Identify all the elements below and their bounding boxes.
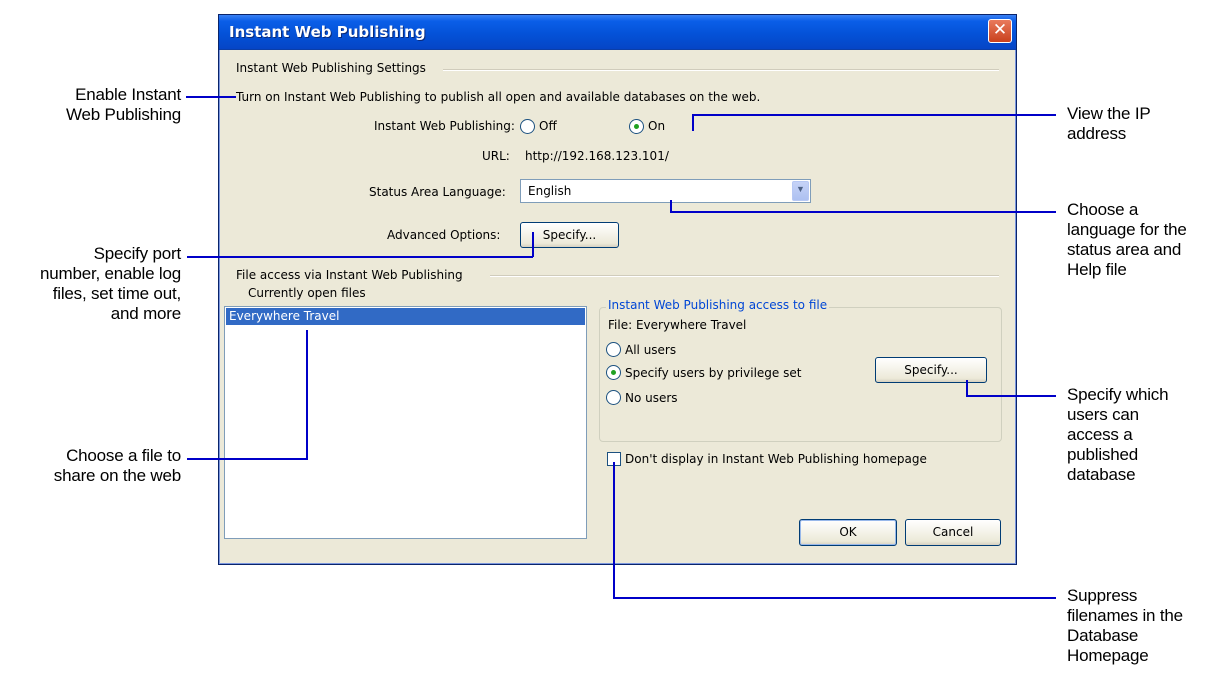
advanced-options-label: Advanced Options: [387,228,501,242]
callout-line-text: and more [110,304,181,323]
iwp-off-radio[interactable] [520,119,535,134]
callout-line-text: Enable Instant [75,85,181,104]
callout-line-enable [186,96,236,98]
close-icon: ✕ [992,20,1008,40]
callout-line-text: Homepage [1067,646,1149,665]
callout-choose-language: Choose a language for the status area an… [1067,200,1212,280]
open-files-list[interactable]: Everywhere Travel [224,306,587,539]
close-button[interactable]: ✕ [988,19,1012,43]
callout-line-text: Specify port [93,244,182,263]
iwp-dialog: Instant Web Publishing ✕ Instant Web Pub… [218,14,1017,565]
callout-line-text: users can [1067,405,1139,424]
access-group-title: Instant Web Publishing access to file [606,298,830,312]
language-select[interactable]: English ▼ [520,179,811,203]
callout-view-ip: View the IP address [1067,104,1207,144]
file-access-section-label: File access via Instant Web Publishing [236,268,463,282]
callout-line-text: status area and [1067,240,1182,259]
callout-choose-file: Choose a file to share on the web [10,446,181,486]
callout-suppress-filenames: Suppress filenames in the Database Homep… [1067,586,1212,666]
dialog-title: Instant Web Publishing [229,23,426,41]
all-users-label[interactable]: All users [625,343,676,357]
url-label: URL: [482,149,510,163]
advanced-specify-button[interactable]: Specify... [520,222,619,248]
no-users-radio[interactable] [606,390,621,405]
callout-line-ip-v [692,114,694,131]
settings-separator [443,69,999,71]
callout-line-text: language for the [1067,220,1187,239]
url-value: http://192.168.123.101/ [525,149,669,163]
callout-line-suppress-v [613,462,615,599]
callout-line-text: number, enable log [39,264,181,283]
chevron-down-icon[interactable]: ▼ [792,181,809,201]
title-bar[interactable]: Instant Web Publishing ✕ [219,15,1016,50]
callout-specify-port: Specify port number, enable log files, s… [10,244,181,324]
callout-line-text: Suppress [1067,586,1138,605]
no-users-label[interactable]: No users [625,391,678,405]
callout-specify-users: Specify which users can access a publish… [1067,385,1207,485]
dont-display-label[interactable]: Don't display in Instant Web Publishing … [625,452,927,466]
iwp-on-label[interactable]: On [648,119,665,133]
callout-line-file-h [187,458,307,460]
open-files-label: Currently open files [248,286,366,300]
privilege-set-radio[interactable] [606,365,621,380]
callout-line-file-v [306,330,308,460]
callout-line-text: Choose a [1067,200,1139,219]
iwp-off-label[interactable]: Off [539,119,557,133]
settings-section-label: Instant Web Publishing Settings [236,61,426,75]
callout-line-text: Web Publishing [65,105,181,124]
cancel-button[interactable]: Cancel [905,519,1001,546]
file-name-label: File: Everywhere Travel [608,318,747,332]
callout-line-text: address [1067,124,1127,143]
callout-line-text: View the IP [1067,104,1151,123]
callout-line-text: filenames in the [1067,606,1183,625]
callout-line-users-h [967,395,1056,397]
callout-line-text: Database [1067,626,1139,645]
callout-enable-iwp: Enable Instant Web Publishing [20,85,181,125]
callout-line-text: Choose a file to [66,446,181,465]
callout-line-language-h [670,211,1056,213]
callout-line-users-v [966,380,968,397]
callout-line-port-h [187,256,533,258]
language-value: English [528,184,572,198]
ok-button[interactable]: OK [799,519,897,546]
callout-line-language-v [670,200,672,213]
callout-line-port-v [532,232,534,257]
privilege-set-label[interactable]: Specify users by privilege set [625,366,801,380]
all-users-radio[interactable] [606,342,621,357]
callout-line-suppress-h [614,597,1056,599]
callout-line-text: access a [1067,425,1133,444]
callout-line-text: published [1067,445,1138,464]
callout-line-text: share on the web [53,466,181,485]
callout-line-text: Help file [1067,260,1127,279]
callout-line-ip-h [694,114,1056,116]
iwp-label: Instant Web Publishing: [374,119,515,133]
iwp-on-radio[interactable] [629,119,644,134]
list-item-everywhere-travel[interactable]: Everywhere Travel [226,308,585,325]
file-access-separator [490,275,999,277]
access-specify-button[interactable]: Specify... [875,357,987,383]
language-label: Status Area Language: [369,185,506,199]
intro-text: Turn on Instant Web Publishing to publis… [236,90,761,104]
callout-line-text: database [1067,465,1136,484]
callout-line-text: files, set time out, [52,284,181,303]
callout-line-text: Specify which [1067,385,1169,404]
